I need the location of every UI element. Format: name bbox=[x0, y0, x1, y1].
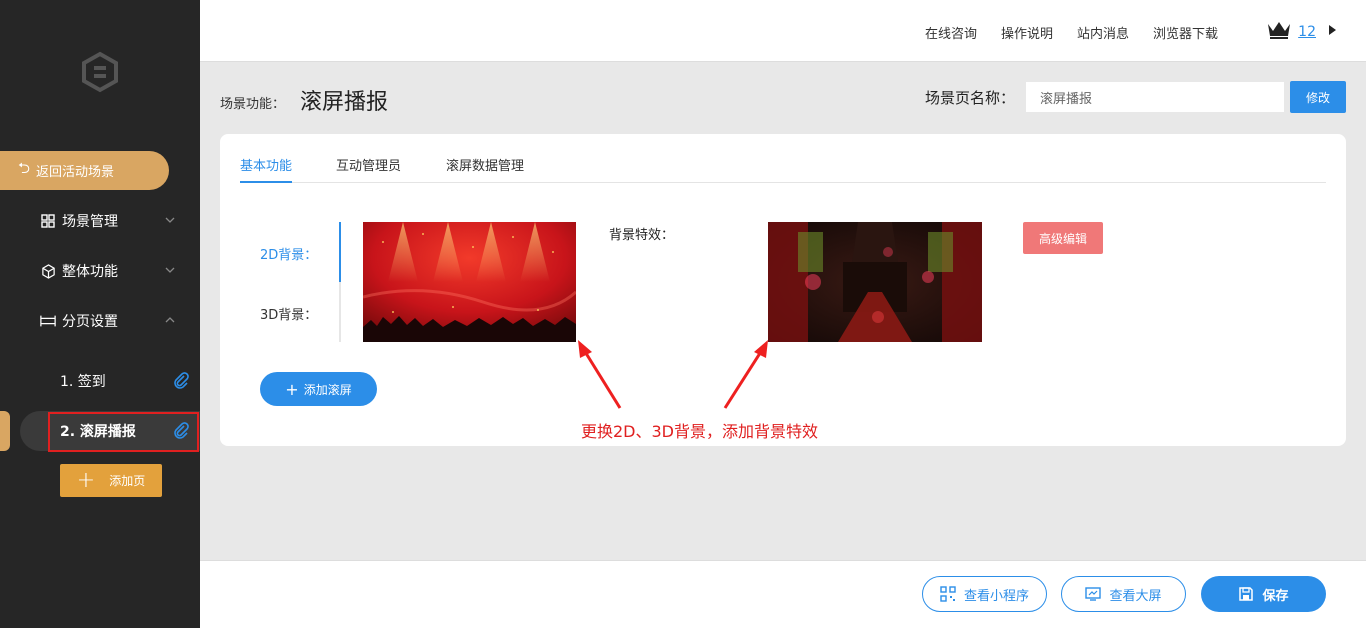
tab-interactive-admins[interactable]: 互动管理员 bbox=[336, 155, 401, 183]
paperclip-icon[interactable] bbox=[172, 422, 190, 440]
link-instructions[interactable]: 操作说明 bbox=[1001, 23, 1053, 42]
link-browser-download[interactable]: 浏览器下载 bbox=[1153, 23, 1218, 42]
page-item-signin[interactable]: 1. 签到 bbox=[60, 366, 190, 396]
add-page-label: 添加页 bbox=[109, 474, 146, 488]
view-big-screen-button[interactable]: 查看大屏 bbox=[1061, 576, 1186, 612]
cube-icon bbox=[40, 263, 56, 279]
save-icon bbox=[1239, 587, 1254, 601]
tab-bar: 基本功能 互动管理员 滚屏数据管理 bbox=[240, 154, 1326, 183]
page-item-label: 2. 滚屏播报 bbox=[60, 424, 136, 440]
chevron-up-icon bbox=[165, 317, 175, 323]
save-button[interactable]: 保存 bbox=[1201, 576, 1326, 612]
page-name-input[interactable] bbox=[1026, 82, 1284, 112]
page-item-label: 1. 签到 bbox=[60, 374, 106, 390]
link-messages[interactable]: 站内消息 bbox=[1077, 23, 1129, 42]
save-label: 保存 bbox=[1262, 588, 1289, 604]
plus-icon: + bbox=[76, 467, 96, 493]
page-name-label: 场景页名称： bbox=[925, 89, 1016, 107]
scene-function-label: 场景功能： bbox=[220, 97, 286, 112]
vip-level-link[interactable]: 12 bbox=[1298, 24, 1316, 40]
view-mini-program-button[interactable]: 查看小程序 bbox=[922, 576, 1047, 612]
back-to-scenes-button[interactable]: ⮌ 返回活动场景 bbox=[0, 151, 169, 190]
edit-page-name-button[interactable]: 修改 bbox=[1290, 81, 1346, 113]
add-page-button[interactable]: + 添加页 bbox=[60, 464, 162, 497]
bottom-bar: 查看小程序 查看大屏 保存 bbox=[200, 560, 1366, 628]
crown-icon bbox=[1268, 22, 1290, 39]
annotation-text: 更换2D、3D背景，添加背景特效 bbox=[581, 422, 819, 441]
nav-label: 整体功能 bbox=[62, 264, 118, 280]
qr-code-icon bbox=[940, 586, 956, 602]
layout-icon bbox=[40, 313, 56, 329]
background-effect-label: 背景特效： bbox=[609, 228, 675, 243]
monitor-icon bbox=[1085, 587, 1102, 601]
sidebar: ⮌ 返回活动场景 场景管理 整体功能 分页设置 1. 签到 2. 滚屏播报 + … bbox=[0, 0, 200, 628]
nav-overall-functions[interactable]: 整体功能 bbox=[40, 256, 185, 286]
main-card: 基本功能 互动管理员 滚屏数据管理 2D背景： 3D背景： 背景特效： 高级编辑… bbox=[220, 134, 1346, 446]
grid-icon bbox=[40, 213, 56, 229]
background-2d-image[interactable] bbox=[363, 222, 576, 342]
nav-label: 场景管理 bbox=[62, 214, 118, 230]
add-scroll-label: 添加滚屏 bbox=[303, 382, 352, 397]
back-button-label: 返回活动场景 bbox=[36, 165, 115, 180]
view-mini-program-label: 查看小程序 bbox=[963, 588, 1029, 604]
chevron-down-icon bbox=[165, 267, 175, 273]
bg-3d-tab[interactable]: 3D背景： bbox=[260, 304, 317, 323]
add-scroll-button[interactable]: + 添加滚屏 bbox=[260, 372, 377, 406]
undo-icon: ⮌ bbox=[18, 159, 31, 177]
advanced-edit-button[interactable]: 高级编辑 bbox=[1023, 222, 1103, 254]
top-links: 在线咨询 操作说明 站内消息 浏览器下载 bbox=[925, 23, 1218, 42]
page-title: 滚屏播报 bbox=[300, 90, 389, 115]
nav-label: 分页设置 bbox=[62, 314, 118, 330]
logo-icon bbox=[82, 51, 118, 93]
chevron-down-icon bbox=[165, 217, 175, 223]
plus-icon: + bbox=[285, 379, 299, 399]
caret-right-icon[interactable] bbox=[1329, 25, 1336, 35]
link-online-consult[interactable]: 在线咨询 bbox=[925, 23, 977, 42]
top-bar: 在线咨询 操作说明 站内消息 浏览器下载 12 bbox=[200, 0, 1366, 62]
tab-basic-functions[interactable]: 基本功能 bbox=[240, 155, 293, 183]
view-big-screen-label: 查看大屏 bbox=[1109, 588, 1162, 604]
page-item-scroll-broadcast[interactable]: 2. 滚屏播报 bbox=[60, 416, 190, 446]
annotation-arrows bbox=[578, 340, 768, 409]
background-3d-image[interactable] bbox=[768, 222, 982, 342]
active-indicator bbox=[0, 411, 10, 451]
bg-2d-tab[interactable]: 2D背景： bbox=[260, 244, 317, 263]
paperclip-icon[interactable] bbox=[172, 372, 190, 390]
active-bg-indicator bbox=[339, 222, 341, 282]
tab-scroll-data-management[interactable]: 滚屏数据管理 bbox=[446, 155, 524, 183]
nav-page-settings[interactable]: 分页设置 bbox=[40, 306, 185, 336]
nav-scene-management[interactable]: 场景管理 bbox=[40, 206, 185, 236]
